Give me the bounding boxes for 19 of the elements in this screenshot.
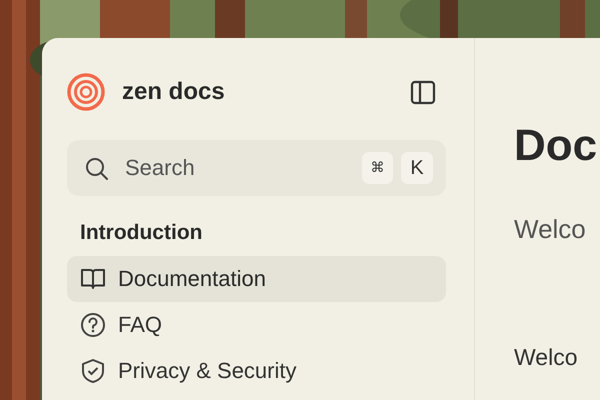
- shield-icon: [80, 358, 106, 384]
- page-heading: Doc: [514, 120, 598, 172]
- nav-item[interactable]: Privacy & Security: [67, 348, 446, 394]
- sidebar-icon: [410, 80, 436, 104]
- nav-item[interactable]: Documentation: [67, 256, 446, 302]
- section-heading: Introduction: [80, 220, 204, 246]
- shortcut-key: K: [401, 152, 433, 184]
- nav-item[interactable]: FAQ: [67, 302, 446, 348]
- lead-text: Welco: [514, 213, 587, 246]
- logo-icon: [67, 73, 105, 111]
- app-title: zen docs: [122, 78, 226, 106]
- section-title: Welco: [514, 343, 578, 372]
- book-icon: [80, 266, 106, 292]
- search-field[interactable]: Search ⌘ K: [67, 140, 446, 196]
- shortcut-key: ⌘: [362, 152, 393, 184]
- question-icon: [80, 312, 106, 338]
- search-input[interactable]: Search: [123, 154, 354, 182]
- search-icon: [85, 156, 108, 180]
- sidebar-toggle-button[interactable]: [410, 80, 436, 104]
